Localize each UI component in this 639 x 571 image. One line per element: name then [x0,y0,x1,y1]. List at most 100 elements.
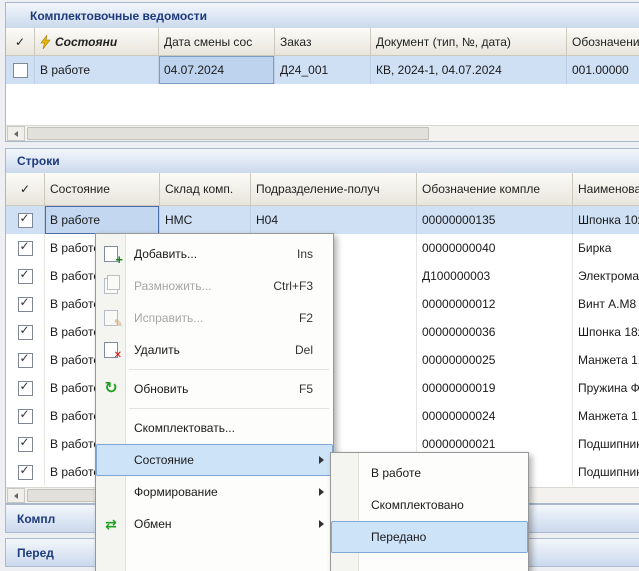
menu-item-refresh[interactable]: ↻ Обновить F5 [96,373,333,405]
cell-document: КВ, 2024-1, 04.07.2024 [371,56,567,84]
column-document-header[interactable]: Документ (тип, №, дата) [371,28,567,56]
row-checkbox[interactable] [18,381,33,396]
column-code-header[interactable]: Обозначение компле [417,173,573,206]
menu-item-delete[interactable]: Удалить Del [96,334,333,366]
menu-item-add[interactable]: Добавить... Ins [96,238,333,270]
menu-separator [129,408,329,409]
cell-name: Подшипник 462 [573,430,639,458]
app-window: Комплектовочные ведомости ✓ Состояни Дат… [0,0,639,571]
row-checkbox-cell [6,318,45,346]
submenu-arrow-icon [319,488,324,496]
cell-date: 04.07.2024 [159,56,275,84]
column-warehouse-header[interactable]: Склад комп. [160,173,251,206]
delete-icon [102,341,120,359]
column-designation-header[interactable]: Обозначение изд [567,28,639,56]
cell-code: 00000000012 [417,290,573,318]
column-name-header[interactable]: Наименование к [573,173,639,206]
menu-item-state[interactable]: Состояние [96,444,333,476]
menu-item-label: Обмен [134,517,172,531]
submenu-arrow-icon [319,520,324,528]
scroll-left-icon [14,131,18,137]
panel-vedomosti-header[interactable]: Комплектовочные ведомости [6,3,639,29]
row-checkbox[interactable] [18,465,33,480]
menu-separator [129,369,329,370]
row-checkbox-cell [6,374,45,402]
menu-item-label: Скомплектовать... [134,421,235,435]
row-checkbox[interactable] [18,297,33,312]
scroll-left-icon [14,493,18,499]
table-row[interactable]: В работе НМС Н04 00000000135 Шпонка 10x8… [6,206,639,234]
column-check-header[interactable]: ✓ [6,28,35,56]
row-checkbox[interactable] [13,63,28,78]
cell-state: В работе [45,206,160,234]
state-flash-icon [40,35,51,49]
cell-designation: 001.00000 [567,56,639,84]
menu-item-label: Исправить... [134,311,203,325]
edit-icon [102,309,120,327]
cell-department: Н04 [251,206,417,234]
cell-code: 00000000024 [417,402,573,430]
menu-item-label: Удалить [134,343,180,357]
menu-item-label: Передано [371,530,426,544]
cell-name: Электромагнит [573,262,639,290]
row-checkbox[interactable] [18,325,33,340]
menu-item-label: Формирование [134,485,218,499]
menu-item-shortcut: Ctrl+F3 [273,279,325,293]
scroll-left-button[interactable] [7,126,25,141]
cell-name: Винт А.М8 - 6g [573,290,639,318]
row-checkbox-cell [6,56,35,84]
panel-vedomosti: Комплектовочные ведомости ✓ Состояни Дат… [5,2,639,142]
menu-item-formation[interactable]: Формирование [96,476,333,508]
row-checkbox[interactable] [18,269,33,284]
column-check-header[interactable]: ✓ [6,173,45,206]
add-document-icon [102,245,120,263]
row-checkbox-cell [6,402,45,430]
panel-stroki-header[interactable]: Строки [6,149,639,174]
column-order-header[interactable]: Заказ [275,28,371,56]
column-state-header[interactable]: Состояни [35,28,159,56]
submenu-state: В работе Скомплектовано Передано [330,452,529,571]
menu-item-shortcut: Ins [297,247,325,261]
cell-name: Шпонка 18x16x [573,318,639,346]
horizontal-scrollbar[interactable] [6,125,639,141]
submenu-item-transferred[interactable]: Передано [331,521,528,553]
menu-item-assemble[interactable]: Скомплектовать... [96,412,333,444]
submenu-item-assembled[interactable]: Скомплектовано [331,489,528,521]
row-checkbox-cell [6,430,45,458]
menu-item-exchange[interactable]: ⇄ Обмен [96,508,333,540]
menu-item-label: Размножить... [134,279,212,293]
cell-code: 00000000135 [417,206,573,234]
row-checkbox[interactable] [18,437,33,452]
row-checkbox[interactable] [18,409,33,424]
menu-item-label: Состояние [134,453,194,467]
row-checkbox-cell [6,234,45,262]
cell-code: 00000000025 [417,346,573,374]
row-checkbox[interactable] [18,241,33,256]
refresh-icon: ↻ [102,380,120,398]
row-checkbox-cell [6,262,45,290]
row-checkbox[interactable] [18,213,33,228]
submenu-item-in-work[interactable]: В работе [331,457,528,489]
panel-stroki-title: Строки [6,154,60,168]
menu-item-edit[interactable]: Исправить... F2 [96,302,333,334]
cell-state: В работе [35,56,159,84]
cell-code: 00000000019 [417,374,573,402]
menu-item-duplicate[interactable]: Размножить... Ctrl+F3 [96,270,333,302]
scrollbar-thumb[interactable] [27,127,429,140]
scroll-left-button[interactable] [7,488,25,503]
exchange-icon: ⇄ [102,515,120,533]
column-state-header[interactable]: Состояние [45,173,160,206]
menu-item-shortcut: Del [295,343,325,357]
menu-item-label: В работе [371,466,421,480]
panel-vedomosti-title: Комплектовочные ведомости [6,9,207,23]
column-department-header[interactable]: Подразделение-получ [251,173,417,206]
row-checkbox-cell [6,290,45,318]
menu-item-shortcut: F5 [299,382,325,396]
row-checkbox[interactable] [18,353,33,368]
cell-name: Манжета 1.1-70 [573,346,639,374]
column-date-header[interactable]: Дата смены сос [159,28,275,56]
column-state-label: Состояни [55,35,117,49]
table-row[interactable]: В работе 04.07.2024 Д24_001 КВ, 2024-1, … [6,56,639,84]
cell-warehouse: НМС [160,206,251,234]
row-checkbox-cell [6,346,45,374]
